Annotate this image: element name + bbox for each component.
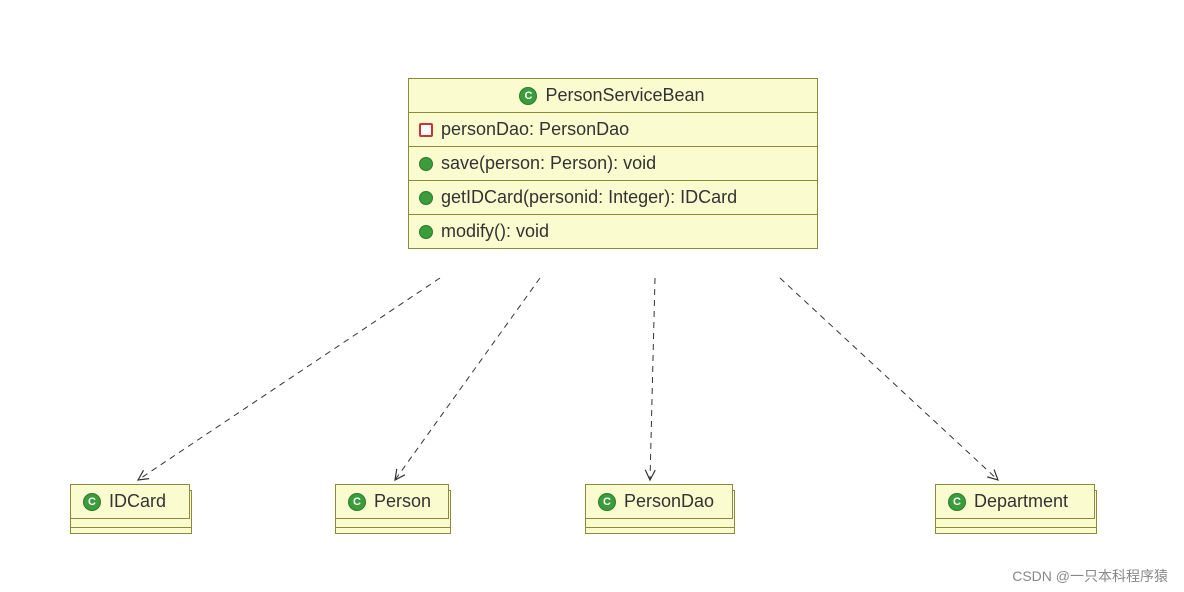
method-text: save(person: Person): void <box>441 153 656 174</box>
method-row: getIDCard(personid: Integer): IDCard <box>409 180 817 214</box>
class-person: C Person <box>335 484 449 520</box>
class-name: Department <box>974 491 1068 512</box>
class-icon: C <box>948 493 966 511</box>
class-icon: C <box>83 493 101 511</box>
method-text: getIDCard(personid: Integer): IDCard <box>441 187 737 208</box>
class-icon: C <box>519 87 537 105</box>
public-icon <box>419 157 433 171</box>
private-icon <box>419 123 433 137</box>
class-name: IDCard <box>109 491 166 512</box>
attribute-text: personDao: PersonDao <box>441 119 629 140</box>
public-icon <box>419 225 433 239</box>
method-row: save(person: Person): void <box>409 146 817 180</box>
class-persondao: C PersonDao <box>585 484 733 520</box>
method-text: modify(): void <box>441 221 549 242</box>
method-row: modify(): void <box>409 214 817 248</box>
attribute-row: personDao: PersonDao <box>409 112 817 146</box>
class-title-row: C PersonServiceBean <box>409 79 817 112</box>
class-person-service-bean: C PersonServiceBean personDao: PersonDao… <box>408 78 818 249</box>
class-icon: C <box>348 493 366 511</box>
class-department: C Department <box>935 484 1095 520</box>
class-name: Person <box>374 491 431 512</box>
class-idcard: C IDCard <box>70 484 190 520</box>
watermark: CSDN @一只本科程序猿 <box>1012 566 1168 586</box>
public-icon <box>419 191 433 205</box>
class-name: PersonDao <box>624 491 714 512</box>
class-icon: C <box>598 493 616 511</box>
class-name: PersonServiceBean <box>545 85 704 106</box>
